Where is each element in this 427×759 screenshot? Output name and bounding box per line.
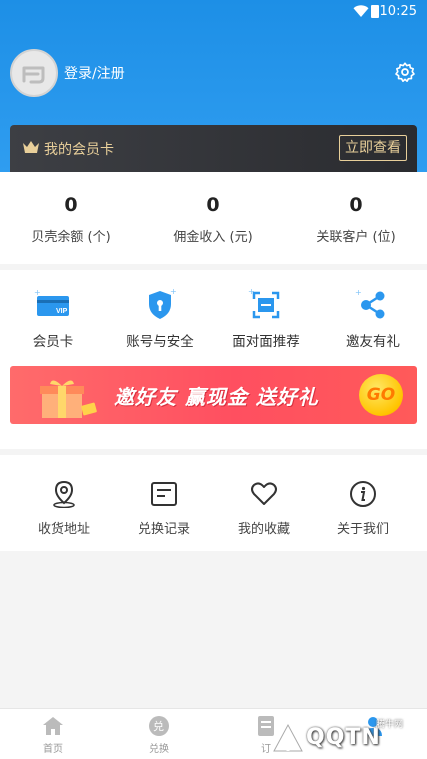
svg-text:+: + <box>170 288 177 296</box>
wifi-icon <box>353 5 369 17</box>
record-icon <box>151 482 177 506</box>
vip-card-icon: VIP + <box>34 290 69 316</box>
banner-slogan: 邀好友 赢现金 送好礼 <box>114 385 319 409</box>
profile-header: 10:25 登录/注册 我的会员卡 立即查看 <box>0 0 427 172</box>
services-panel: 收货地址 兑换记录 我的收藏 关于我们 <box>0 455 427 551</box>
feature-label: 面对面推荐 <box>232 334 300 350</box>
feature-label: 会员卡 <box>32 334 74 350</box>
svg-text:兑: 兑 <box>153 719 164 733</box>
heart-icon <box>251 482 277 505</box>
watermark-logo-icon <box>271 721 305 753</box>
svg-text:+: + <box>34 290 41 297</box>
app-logo-icon <box>22 66 45 84</box>
watermark-text: QQTN <box>306 725 381 750</box>
login-register-link[interactable]: 登录/注册 <box>64 63 125 83</box>
service-exchange-record[interactable]: 兑换记录 <box>111 480 217 537</box>
feature-label: 账号与安全 <box>126 334 194 350</box>
stat-value: 0 <box>206 194 220 216</box>
info-icon <box>350 481 376 507</box>
stat-clients[interactable]: 0 关联客户 (位) <box>285 194 427 245</box>
service-label: 收货地址 <box>37 522 90 537</box>
feature-invite-friends[interactable]: + 邀友有礼 <box>320 288 426 350</box>
gift-box-icon <box>40 380 97 418</box>
svg-text:+: + <box>355 288 362 297</box>
tab-home[interactable]: 首页 <box>0 715 106 755</box>
share-icon: + <box>355 288 385 319</box>
battery-icon <box>371 5 379 18</box>
feature-face-recommend[interactable]: + 面对面推荐 <box>213 288 319 350</box>
service-my-favorites[interactable]: 我的收藏 <box>211 480 317 537</box>
avatar[interactable] <box>10 49 58 97</box>
location-icon <box>53 480 75 508</box>
status-time: 10:25 <box>379 4 417 19</box>
stats-panel: 0 贝壳余额 (个) 0 佣金收入 (元) 0 关联客户 (位) <box>0 172 427 264</box>
shield-icon: + <box>149 288 177 319</box>
service-about-us[interactable]: 关于我们 <box>310 480 416 537</box>
stat-label: 贝壳余额 (个) <box>31 230 111 245</box>
tab-label: 兑换 <box>149 744 169 755</box>
status-bar: 10:25 <box>0 0 427 24</box>
crown-icon <box>23 141 39 153</box>
vip-card-label: 我的会员卡 <box>44 142 114 158</box>
svg-text:VIP: VIP <box>56 308 68 315</box>
go-button[interactable]: GO <box>359 374 403 416</box>
stat-shell-balance[interactable]: 0 贝壳余额 (个) <box>0 194 142 245</box>
feature-vip-card[interactable]: VIP + 会员卡 <box>0 288 106 350</box>
stat-value: 0 <box>64 194 78 216</box>
service-label: 关于我们 <box>336 522 389 537</box>
exchange-icon: 兑 <box>149 716 169 736</box>
feature-label: 邀友有礼 <box>346 334 400 350</box>
service-label: 兑换记录 <box>137 522 190 537</box>
stat-value: 0 <box>349 194 363 216</box>
service-label: 我的收藏 <box>237 522 290 537</box>
service-shipping-address[interactable]: 收货地址 <box>11 480 117 537</box>
home-icon <box>43 717 63 735</box>
scan-icon: + <box>248 288 280 319</box>
feature-account-security[interactable]: + 账号与安全 <box>107 288 213 350</box>
svg-text:+: + <box>248 288 255 296</box>
stat-commission[interactable]: 0 佣金收入 (元) <box>142 194 284 245</box>
view-now-button[interactable]: 立即查看 <box>339 135 407 161</box>
stat-label: 佣金收入 (元) <box>173 230 253 245</box>
vip-card-banner[interactable]: 我的会员卡 立即查看 <box>10 125 417 172</box>
invite-banner[interactable]: 邀好友 赢现金 送好礼 GO <box>10 366 417 424</box>
stat-label: 关联客户 (位) <box>316 230 396 245</box>
tab-label: 首页 <box>43 744 63 755</box>
tab-exchange[interactable]: 兑 兑换 <box>106 715 212 755</box>
site-watermark: QQTN 腾牛网 <box>266 715 427 759</box>
watermark-small-text: 腾牛网 <box>376 720 404 730</box>
gear-icon[interactable] <box>394 61 416 83</box>
